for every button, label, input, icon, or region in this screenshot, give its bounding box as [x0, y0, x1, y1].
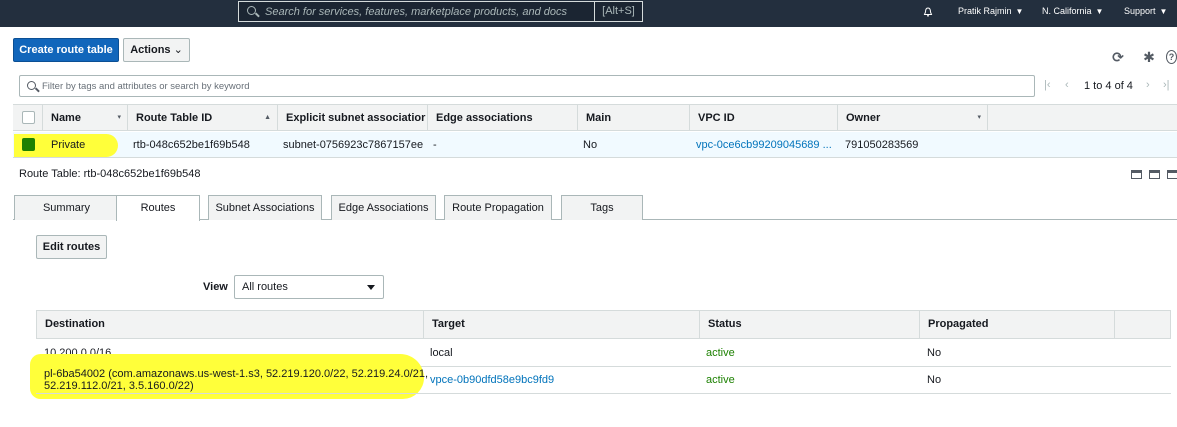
- view-select[interactable]: All routes: [234, 275, 384, 299]
- help-icon[interactable]: ?: [1166, 50, 1177, 64]
- sort-icon: ▾: [117, 114, 121, 121]
- gear-icon[interactable]: ✱: [1142, 50, 1156, 64]
- actions-button[interactable]: Actions ⌄: [123, 38, 190, 62]
- edit-routes-button[interactable]: Edit routes: [36, 235, 107, 259]
- cell-owner: 791050283569: [845, 139, 919, 151]
- tab-summary[interactable]: Summary: [14, 195, 119, 220]
- tab-edge-associations[interactable]: Edge Associations: [331, 195, 436, 220]
- column-header-route-table-id[interactable]: Route Table ID ▲: [128, 105, 278, 131]
- vpc-id-link[interactable]: vpc-0ce6cb99209045689 ...: [688, 132, 838, 158]
- column-header-explicit-subnet[interactable]: Explicit subnet associatior: [278, 105, 428, 131]
- cell-edge: -: [433, 139, 437, 151]
- top-navigation-bar: Search for services, features, marketpla…: [0, 0, 1177, 27]
- column-header-propagated[interactable]: Propagated: [920, 311, 1115, 338]
- cell-route-table-id: rtb-048c652be1f69b548: [133, 139, 250, 151]
- column-header-target[interactable]: Target: [424, 311, 700, 338]
- bell-icon[interactable]: [923, 7, 933, 17]
- view-select-value: All routes: [242, 281, 288, 293]
- column-header-owner[interactable]: Owner ▾: [838, 105, 988, 131]
- panel-layout-icon[interactable]: [1167, 170, 1177, 179]
- cell-target: local: [430, 347, 453, 359]
- refresh-icon[interactable]: ⟳: [1111, 50, 1125, 64]
- search-placeholder: Search for services, features, marketpla…: [265, 6, 568, 18]
- table-row[interactable]: Private rtb-048c652be1f69b548 subnet-075…: [13, 132, 1177, 158]
- chevron-down-icon: ▼: [1015, 7, 1024, 16]
- region-menu[interactable]: N. California ▼: [1042, 6, 1103, 16]
- user-menu[interactable]: Pratik Rajmin ▼: [958, 6, 1023, 16]
- region-name: N. California: [1042, 6, 1092, 16]
- chevron-down-icon: [367, 285, 375, 290]
- search-icon: [27, 81, 36, 90]
- first-page-button[interactable]: |‹: [1044, 79, 1051, 91]
- support-label: Support: [1124, 6, 1156, 16]
- cell-propagated: No: [927, 374, 942, 386]
- column-header-destination[interactable]: Destination: [37, 311, 424, 338]
- routes-table-header: Destination Target Status Propagated: [36, 310, 1171, 339]
- details-title: Route Table: rtb-048c652be1f69b548: [19, 168, 201, 180]
- select-all-cell: [13, 105, 43, 131]
- tab-route-propagation[interactable]: Route Propagation: [444, 195, 552, 220]
- chevron-down-icon: ⌄: [173, 44, 183, 56]
- chevron-down-icon: ▼: [1095, 7, 1104, 16]
- next-page-button[interactable]: ›: [1146, 79, 1150, 91]
- tab-tags[interactable]: Tags: [561, 195, 643, 220]
- filter-input[interactable]: Filter by tags and attributes or search …: [19, 75, 1035, 97]
- user-name: Pratik Rajmin: [958, 6, 1012, 16]
- chevron-down-icon: ▼: [1159, 7, 1168, 16]
- last-page-button[interactable]: ›|: [1163, 79, 1170, 91]
- cell-status: active: [706, 347, 735, 359]
- column-header-main[interactable]: Main: [578, 105, 690, 131]
- search-shortcut: [Alt+S]: [594, 2, 642, 21]
- cell-destination: pl-6ba54002 (com.amazonaws.us-west-1.s3,…: [44, 368, 429, 392]
- create-route-table-button[interactable]: Create route table: [13, 38, 119, 62]
- cell-main: No: [583, 139, 598, 151]
- panel-layout-icon[interactable]: [1149, 170, 1160, 179]
- support-menu[interactable]: Support ▼: [1124, 6, 1167, 16]
- cell-propagated: No: [927, 347, 942, 359]
- select-all-checkbox[interactable]: [22, 111, 35, 124]
- cell-name: Private: [51, 139, 86, 151]
- sort-ascending-icon: ▲: [264, 114, 271, 121]
- column-header-edge-associations[interactable]: Edge associations: [428, 105, 578, 131]
- tab-subnet-associations[interactable]: Subnet Associations: [208, 195, 322, 220]
- column-header-name[interactable]: Name ▾: [43, 105, 128, 131]
- actions-label: Actions: [130, 44, 171, 56]
- column-header-vpc-id[interactable]: VPC ID: [690, 105, 838, 131]
- cell-subnet: subnet-0756923c7867157ee: [283, 139, 424, 151]
- cell-status: active: [706, 374, 735, 386]
- table-row: pl-6ba54002 (com.amazonaws.us-west-1.s3,…: [36, 367, 1171, 394]
- route-tables-grid-header: Name ▾ Route Table ID ▲ Explicit subnet …: [13, 104, 1177, 131]
- search-icon: [247, 6, 256, 15]
- filter-placeholder: Filter by tags and attributes or search …: [42, 81, 250, 92]
- column-header-status[interactable]: Status: [700, 311, 920, 338]
- sort-icon: ▾: [977, 114, 981, 121]
- tab-routes[interactable]: Routes: [116, 195, 200, 221]
- prev-page-button[interactable]: ‹: [1065, 79, 1069, 91]
- row-checkbox[interactable]: [22, 138, 35, 151]
- panel-layout-icon[interactable]: [1131, 170, 1142, 179]
- view-label: View: [203, 281, 228, 293]
- vpc-endpoint-link[interactable]: vpce-0b90dfd58e9bc9fd9: [422, 374, 554, 386]
- pagination-range: 1 to 4 of 4: [1084, 80, 1133, 92]
- service-search-input[interactable]: Search for services, features, marketpla…: [238, 1, 643, 22]
